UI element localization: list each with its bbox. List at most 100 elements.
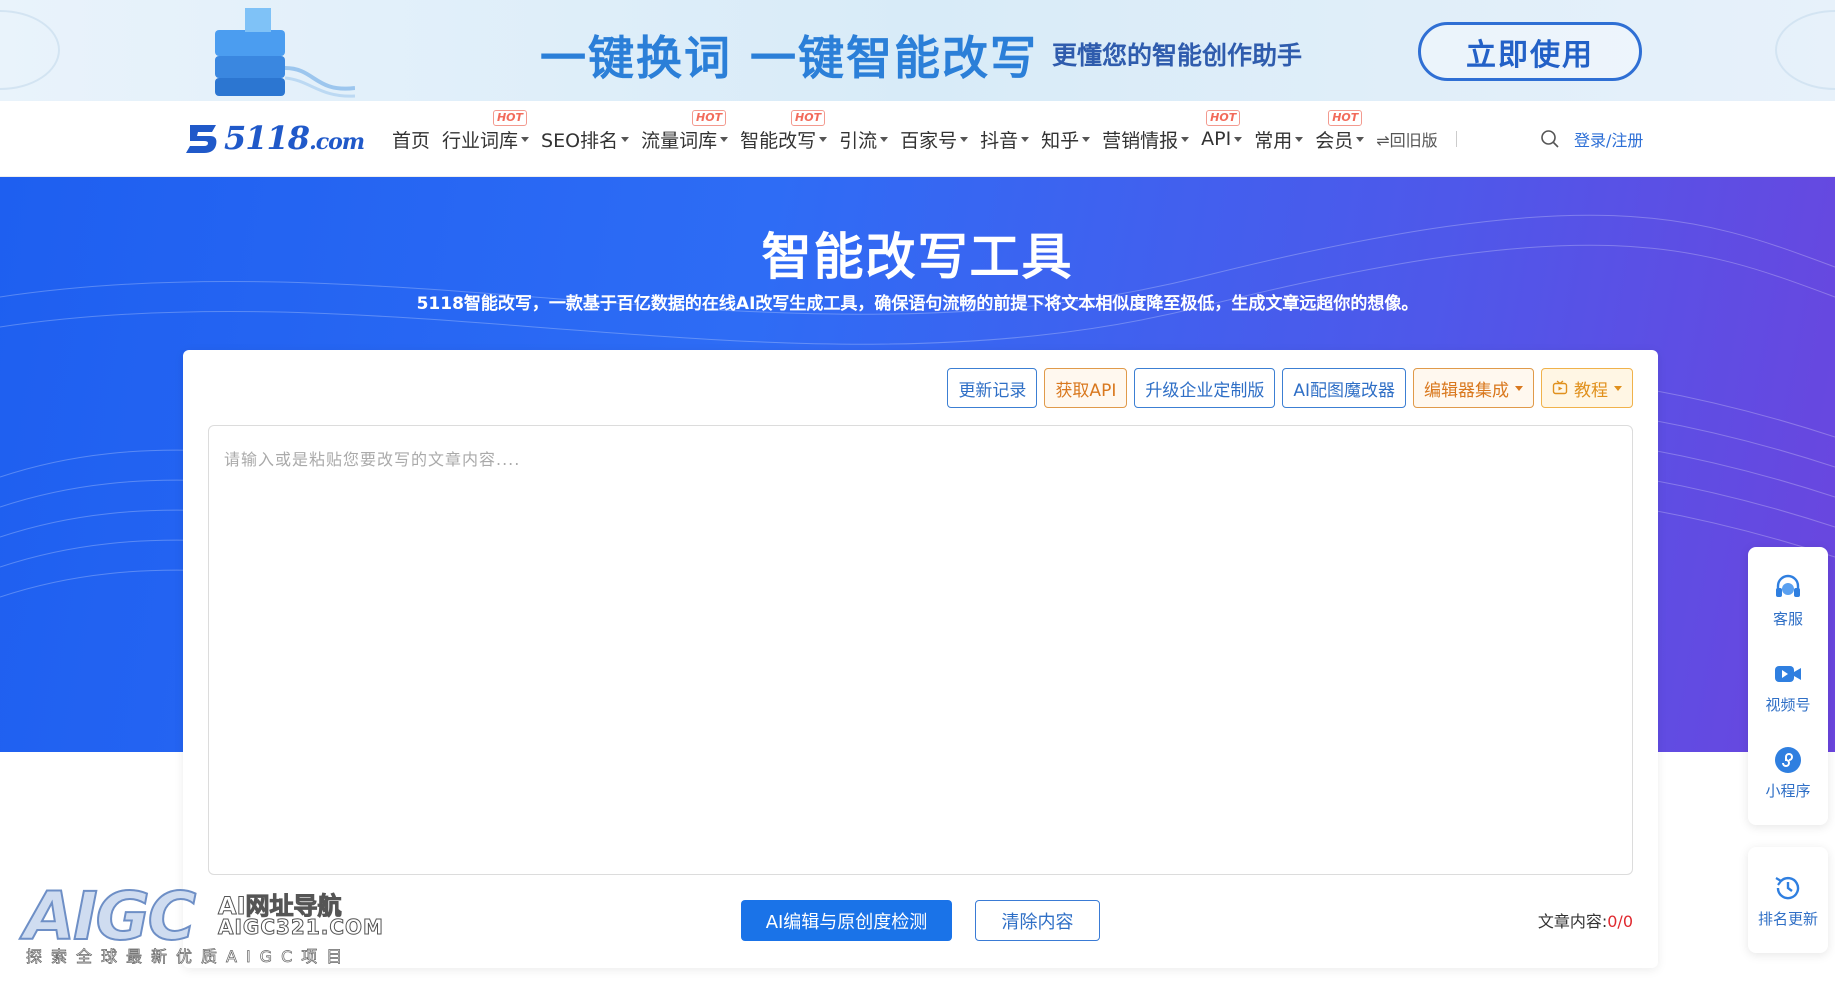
side-mini-program-label: 小程序 bbox=[1765, 781, 1811, 800]
nav-right: 登录/注册 bbox=[1540, 101, 1643, 177]
banner-use-now-button[interactable]: 立即使用 bbox=[1418, 22, 1642, 81]
login-register-link[interactable]: 登录/注册 bbox=[1574, 127, 1643, 151]
hot-badge: HOT bbox=[1328, 110, 1363, 126]
watermark-logo: AIGC AI网址导航 AIGC321.COM 探索全球最新优质AIGC项目 bbox=[20, 877, 390, 978]
editor-integration-dropdown[interactable]: 编辑器集成 bbox=[1413, 368, 1534, 408]
search-icon[interactable] bbox=[1540, 129, 1560, 149]
hot-badge: HOT bbox=[791, 110, 826, 126]
watermark-line2: AIGC321.COM bbox=[218, 915, 384, 940]
history-clock-icon bbox=[1775, 876, 1800, 899]
tutorial-dropdown[interactable]: 教程 bbox=[1541, 368, 1633, 408]
side-group-contact: 客服 视频号 小程序 bbox=[1748, 547, 1828, 825]
watermark-line3: 探索全球最新优质AIGC项目 bbox=[26, 947, 352, 967]
tutorial-label: 教程 bbox=[1574, 380, 1608, 401]
chevron-down-icon bbox=[1082, 136, 1091, 142]
hot-badge: HOT bbox=[1206, 110, 1241, 126]
nav-item-label: 常用 bbox=[1254, 129, 1293, 152]
page-subtitle: 5118智能改写，一款基于百亿数据的在线AI改写生成工具，确保语句流畅的前提下将… bbox=[416, 294, 1419, 314]
nav-divider bbox=[1455, 131, 1457, 147]
chevron-down-icon bbox=[960, 136, 969, 142]
old-version-link[interactable]: ⇌回旧版 bbox=[1376, 101, 1437, 177]
site-logo[interactable]: 5118.com bbox=[182, 119, 365, 157]
side-video-label: 视频号 bbox=[1765, 695, 1811, 714]
enterprise-upgrade-button[interactable]: 升级企业定制版 bbox=[1134, 368, 1276, 408]
editor-integration-label: 编辑器集成 bbox=[1424, 380, 1509, 401]
side-float-panel: 客服 视频号 小程序 排名更新 bbox=[1748, 547, 1828, 953]
changelog-button[interactable]: 更新记录 bbox=[947, 368, 1038, 408]
side-group-rank: 排名更新 bbox=[1748, 847, 1828, 953]
mini-program-icon bbox=[1775, 746, 1801, 773]
nav-item-label: API bbox=[1201, 128, 1232, 150]
logo-icon bbox=[186, 125, 217, 153]
nav-item-label: 流量词库 bbox=[641, 129, 718, 152]
chevron-down-icon bbox=[1234, 136, 1243, 142]
chevron-down-icon bbox=[1181, 136, 1190, 142]
banner-tagline: 更懂您的智能创作助手 bbox=[1052, 41, 1303, 70]
nav-item-label: 行业词库 bbox=[442, 129, 519, 152]
nav-item-label: 营销情报 bbox=[1102, 129, 1179, 152]
article-input[interactable] bbox=[208, 425, 1633, 875]
banner-decoration bbox=[0, 10, 60, 90]
chevron-down-icon bbox=[621, 136, 630, 142]
chevron-down-icon bbox=[1356, 136, 1365, 142]
nav-item[interactable]: 营销情报 bbox=[1102, 101, 1190, 177]
chevron-down-icon bbox=[1021, 136, 1030, 142]
nav-item-label: 引流 bbox=[839, 129, 878, 152]
nav-item[interactable]: 首页 bbox=[392, 101, 430, 177]
nav-item-label: 抖音 bbox=[980, 129, 1019, 152]
server-illustration bbox=[215, 8, 355, 98]
nav-item[interactable]: 会员 HOT bbox=[1315, 101, 1365, 177]
side-customer-service-label: 客服 bbox=[1772, 609, 1803, 628]
nav-item[interactable]: 引流 bbox=[839, 101, 889, 177]
nav-item[interactable]: API HOT bbox=[1201, 101, 1243, 177]
nav-item[interactable]: SEO排名 bbox=[541, 101, 630, 177]
page-title: 智能改写工具 bbox=[761, 228, 1074, 286]
nav-item[interactable]: 行业词库 HOT bbox=[442, 101, 530, 177]
side-video-channel[interactable]: 视频号 bbox=[1748, 643, 1828, 729]
rewrite-card: 更新记录 获取API 升级企业定制版 AI配图魔改器 编辑器集成 教程 AI编辑… bbox=[183, 350, 1658, 968]
nav-item-label: 首页 bbox=[392, 129, 431, 152]
article-counter: 文章内容:0/0 bbox=[1538, 908, 1633, 932]
logo-text: 5118 bbox=[224, 119, 310, 157]
hot-badge: HOT bbox=[492, 110, 528, 126]
side-customer-service[interactable]: 客服 bbox=[1748, 557, 1828, 643]
video-camera-icon bbox=[1775, 665, 1801, 682]
main-navbar: 5118.com 首页 行业词库 HOT SEO排名 流量词库 HOT 智能改写 HOT 引流百… bbox=[0, 101, 1835, 177]
nav-item[interactable]: 智能改写 HOT bbox=[740, 101, 828, 177]
nav-item-label: SEO排名 bbox=[541, 129, 619, 152]
nav-item[interactable]: 抖音 bbox=[980, 101, 1030, 177]
chevron-down-icon bbox=[720, 136, 729, 142]
nav-item[interactable]: 知乎 bbox=[1041, 101, 1091, 177]
tv-icon bbox=[1552, 380, 1568, 395]
ai-image-button[interactable]: AI配图魔改器 bbox=[1282, 368, 1406, 408]
headset-icon bbox=[1776, 574, 1800, 597]
chevron-down-icon bbox=[521, 136, 530, 142]
banner-decoration bbox=[1775, 10, 1835, 90]
chevron-down-icon bbox=[1515, 385, 1523, 391]
counter-value: 0/0 bbox=[1607, 912, 1633, 931]
banner-headline: 一键换词 一键智能改写 bbox=[540, 31, 1039, 85]
nav-item-label: 会员 bbox=[1315, 129, 1354, 152]
nav-item[interactable]: 流量词库 HOT bbox=[641, 101, 729, 177]
get-api-button[interactable]: 获取API bbox=[1044, 368, 1128, 408]
nav-item-label: 知乎 bbox=[1041, 129, 1080, 152]
tool-toolbar: 更新记录 获取API 升级企业定制版 AI配图魔改器 编辑器集成 教程 bbox=[940, 368, 1633, 408]
chevron-down-icon bbox=[1614, 385, 1622, 391]
nav-item-label: 百家号 bbox=[900, 129, 958, 152]
side-rank-update[interactable]: 排名更新 bbox=[1748, 857, 1828, 943]
logo-suffix: .com bbox=[309, 129, 365, 155]
chevron-down-icon bbox=[1295, 136, 1304, 142]
nav-menu: 首页 行业词库 HOT SEO排名 流量词库 HOT 智能改写 HOT 引流 百家号 抖音 知乎 营销情… bbox=[392, 101, 1457, 177]
counter-label: 文章内容: bbox=[1537, 912, 1608, 931]
hot-badge: HOT bbox=[692, 110, 727, 126]
chevron-down-icon bbox=[880, 136, 889, 142]
chevron-down-icon bbox=[819, 136, 828, 142]
side-rank-update-label: 排名更新 bbox=[1757, 909, 1818, 928]
ai-edit-check-button[interactable]: AI编辑与原创度检测 bbox=[741, 900, 952, 941]
nav-item[interactable]: 百家号 bbox=[900, 101, 969, 177]
nav-item-label: 智能改写 bbox=[740, 129, 817, 152]
clear-content-button[interactable]: 清除内容 bbox=[975, 900, 1100, 941]
side-mini-program[interactable]: 小程序 bbox=[1748, 729, 1828, 815]
nav-item[interactable]: 常用 bbox=[1254, 101, 1304, 177]
top-ad-banner[interactable]: 一键换词 一键智能改写 更懂您的智能创作助手 立即使用 bbox=[0, 0, 1835, 101]
